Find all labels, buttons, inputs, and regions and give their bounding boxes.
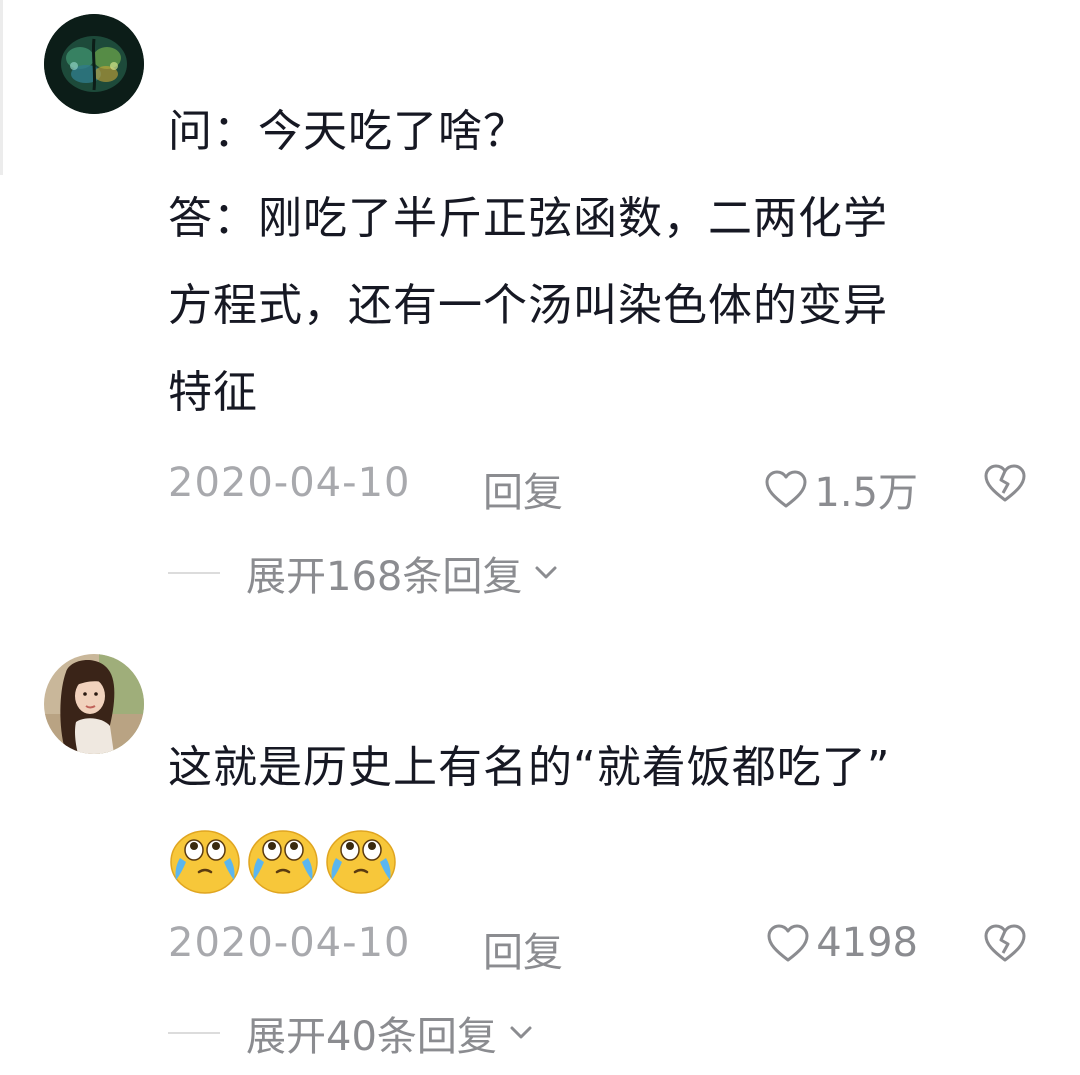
like-button[interactable]: 1.5万 bbox=[764, 460, 918, 518]
heart-icon bbox=[765, 470, 807, 508]
girl-avatar-icon bbox=[44, 654, 144, 754]
like-count: 1.5万 bbox=[814, 470, 918, 516]
broken-heart-icon bbox=[984, 464, 1026, 502]
expand-replies-label: 展开168条回复 bbox=[246, 554, 523, 600]
broken-heart-icon bbox=[984, 924, 1026, 962]
emoji-row bbox=[168, 822, 398, 898]
heart-icon bbox=[767, 924, 809, 962]
expand-divider bbox=[168, 572, 220, 574]
expand-replies-button[interactable]: 展开168条回复 bbox=[168, 548, 560, 600]
expand-replies-button[interactable]: 展开40条回复 bbox=[168, 1008, 535, 1060]
like-count: 4198 bbox=[816, 920, 918, 966]
brain-avatar-icon bbox=[44, 14, 144, 114]
dislike-button[interactable] bbox=[982, 922, 1028, 964]
comment-date: 2020-04-10 bbox=[168, 920, 411, 966]
chevron-down-icon bbox=[510, 1026, 532, 1039]
chevron-down-icon bbox=[535, 566, 557, 579]
comment-line: 问：今天吃了啥？ bbox=[168, 106, 528, 157]
comment-line: 方程式，还有一个汤叫染色体的变异 bbox=[168, 280, 888, 331]
comment-meta: 2020-04-10 回复 4198 bbox=[168, 920, 1028, 976]
comment-item: 问：今天吃了啥？ 答：刚吃了半斤正弦函数，二两化学 方程式，还有一个汤叫染色体的… bbox=[0, 0, 1080, 620]
expand-divider bbox=[168, 1032, 220, 1034]
crying-emoji-icon bbox=[248, 830, 318, 894]
comment-item: 这就是历史上有名的“就着饭都吃了” 2020-04-10 回复 4198 展开4… bbox=[0, 640, 1080, 1075]
comment-text: 问：今天吃了啥？ 答：刚吃了半斤正弦函数，二两化学 方程式，还有一个汤叫染色体的… bbox=[168, 88, 1028, 436]
reply-button[interactable]: 回复 bbox=[483, 920, 563, 978]
crying-emoji-icon bbox=[326, 830, 396, 894]
comment-line: 特征 bbox=[168, 367, 258, 418]
comment-meta: 2020-04-10 回复 1.5万 bbox=[168, 460, 1028, 516]
dislike-button[interactable] bbox=[982, 462, 1028, 504]
comment-line: 这就是历史上有名的“就着饭都吃了” bbox=[168, 742, 891, 793]
reply-button[interactable]: 回复 bbox=[483, 460, 563, 518]
crying-emoji-icon bbox=[170, 830, 240, 894]
user-avatar[interactable] bbox=[44, 654, 144, 754]
expand-replies-label: 展开40条回复 bbox=[246, 1014, 497, 1060]
user-avatar[interactable] bbox=[44, 14, 144, 114]
comment-line: 答：刚吃了半斤正弦函数，二两化学 bbox=[168, 193, 888, 244]
comment-text: 这就是历史上有名的“就着饭都吃了” bbox=[168, 724, 1028, 811]
like-button[interactable]: 4198 bbox=[766, 920, 918, 966]
comment-date: 2020-04-10 bbox=[168, 460, 411, 506]
